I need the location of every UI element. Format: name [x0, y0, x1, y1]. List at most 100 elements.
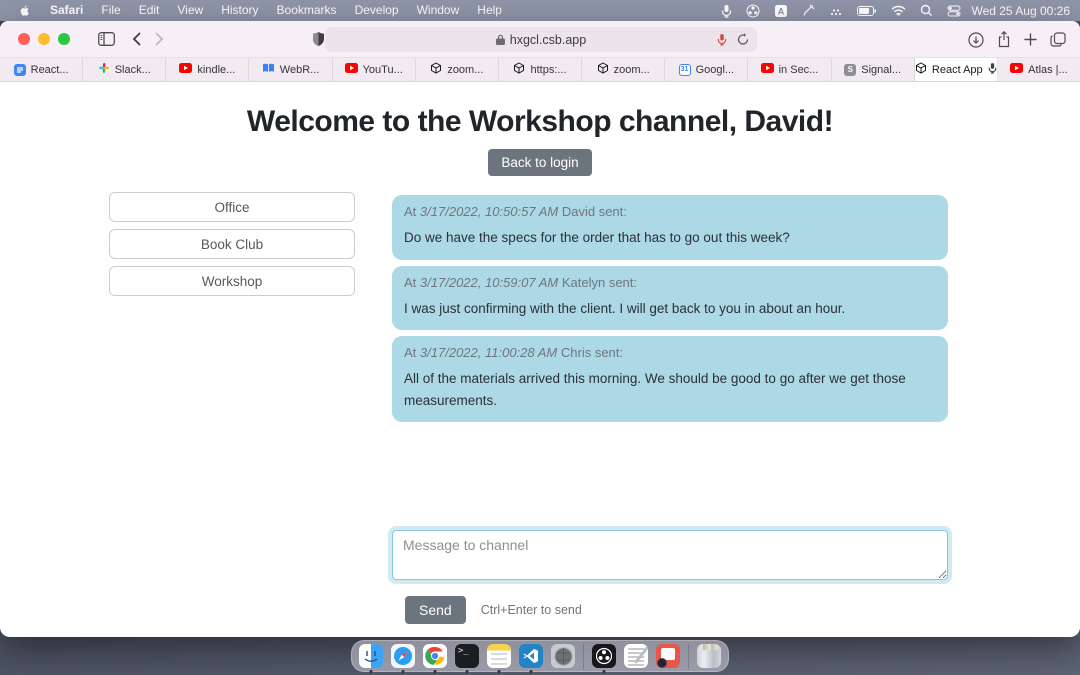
photobooth-icon[interactable]: [656, 644, 680, 668]
menu-safari[interactable]: Safari: [41, 0, 92, 21]
forward-icon[interactable]: [155, 32, 164, 46]
menu-develop[interactable]: Develop: [346, 0, 408, 21]
menu-file[interactable]: File: [92, 0, 129, 21]
url-text: hxgcl.csb.app: [510, 33, 586, 47]
tab-zoom-sandbox-2[interactable]: zoom...: [582, 58, 665, 81]
message-body: Do we have the specs for the order that …: [404, 227, 936, 249]
reload-icon[interactable]: [737, 33, 749, 46]
safari-icon[interactable]: [391, 644, 415, 668]
obs-status-icon[interactable]: [746, 4, 760, 18]
tab-react-docs[interactable]: React...: [0, 58, 83, 81]
tab-overview-icon[interactable]: [1050, 32, 1066, 47]
address-bar[interactable]: hxgcl.csb.app: [325, 27, 757, 52]
download-icon[interactable]: [968, 32, 984, 48]
tab-label: YouTu...: [363, 64, 403, 76]
send-button[interactable]: Send: [405, 596, 466, 624]
docs-icon: [14, 64, 26, 76]
menu-edit[interactable]: Edit: [130, 0, 169, 21]
shield-icon[interactable]: [312, 31, 325, 47]
message-meta: At 3/17/2022, 10:59:07 AM Katelyn sent:: [404, 275, 936, 290]
channel-button-book-club[interactable]: Book Club: [109, 229, 355, 259]
mic-in-page-icon[interactable]: [717, 33, 727, 46]
tab-google-calendar[interactable]: 31 Googl...: [665, 58, 748, 81]
tab-youtube[interactable]: YouTu...: [333, 58, 416, 81]
message-bubble: At 3/17/2022, 10:50:57 AM David sent: Do…: [392, 195, 948, 260]
message-input[interactable]: [392, 530, 948, 580]
tab-label: React App: [932, 64, 983, 76]
send-hint: Ctrl+Enter to send: [481, 603, 582, 617]
slack-icon: [98, 62, 110, 77]
meta-prefix: At: [404, 275, 416, 290]
tab-signal[interactable]: S Signal...: [832, 58, 915, 81]
menu-bookmarks[interactable]: Bookmarks: [268, 0, 346, 21]
meta-timestamp: 3/17/2022, 10:50:57 AM: [420, 204, 558, 219]
pencil-slash-icon[interactable]: [802, 4, 815, 17]
terminal-icon[interactable]: >_: [455, 644, 479, 668]
youtube-icon: [345, 63, 358, 76]
settings-icon[interactable]: [551, 644, 575, 668]
message-list: At 3/17/2022, 10:50:57 AM David sent: Do…: [392, 195, 948, 422]
book-icon: [262, 63, 275, 76]
send-row: Send Ctrl+Enter to send: [405, 596, 582, 624]
channel-button-workshop[interactable]: Workshop: [109, 266, 355, 296]
finder-icon[interactable]: [359, 644, 383, 668]
minimize-window-button[interactable]: [38, 33, 50, 45]
tab-atlas[interactable]: Atlas |...: [998, 58, 1080, 81]
trash-icon[interactable]: [697, 644, 721, 668]
back-icon[interactable]: [132, 32, 141, 46]
tab-label: zoom...: [614, 64, 650, 76]
chrome-icon[interactable]: [423, 644, 447, 668]
tab-label: Atlas |...: [1028, 64, 1068, 76]
desktop: Safari File Edit View History Bookmarks …: [0, 0, 1080, 675]
tab-webr[interactable]: WebR...: [249, 58, 332, 81]
tab-label: https:...: [530, 64, 566, 76]
meta-sender: Katelyn sent:: [562, 275, 637, 290]
svg-text:A: A: [778, 6, 785, 16]
dots-indicator-icon[interactable]: [829, 5, 843, 17]
tab-label: WebR...: [280, 64, 320, 76]
microphone-icon[interactable]: [721, 4, 732, 18]
menubar-clock[interactable]: Wed 25 Aug 00:26: [971, 4, 1070, 18]
browser-toolbar: hxgcl.csb.app: [0, 21, 1080, 58]
zoom-window-button[interactable]: [58, 33, 70, 45]
vscode-icon[interactable]: [519, 644, 543, 668]
tab-label: zoom...: [447, 64, 483, 76]
menu-window[interactable]: Window: [408, 0, 469, 21]
input-source-icon[interactable]: A: [774, 4, 788, 18]
textedit-icon[interactable]: [624, 644, 648, 668]
meta-prefix: At: [404, 204, 416, 219]
tab-bar: React... Slack... kindle... WebR... YouT…: [0, 58, 1080, 82]
new-tab-icon[interactable]: [1024, 33, 1037, 46]
tab-in-sec[interactable]: in Sec...: [748, 58, 831, 81]
tab-kindle[interactable]: kindle...: [166, 58, 249, 81]
tab-label: Slack...: [115, 64, 151, 76]
menu-help[interactable]: Help: [468, 0, 511, 21]
battery-icon[interactable]: [857, 6, 877, 16]
share-icon[interactable]: [997, 31, 1011, 48]
sidebar-icon[interactable]: [98, 32, 115, 46]
tab-react-app-active[interactable]: React App: [915, 58, 998, 81]
meta-prefix: At: [404, 345, 416, 360]
tab-label: React...: [31, 64, 69, 76]
back-to-login-button[interactable]: Back to login: [488, 149, 591, 176]
lock-icon: [496, 34, 505, 45]
menu-history[interactable]: History: [212, 0, 267, 21]
tab-slack[interactable]: Slack...: [83, 58, 166, 81]
search-icon[interactable]: [920, 4, 933, 17]
menu-bar: Safari File Edit View History Bookmarks …: [0, 0, 1080, 21]
tab-label: Googl...: [696, 64, 735, 76]
wifi-icon[interactable]: [891, 5, 906, 16]
obs-icon[interactable]: [592, 644, 616, 668]
google-calendar-icon: 31: [679, 64, 691, 76]
notes-icon[interactable]: [487, 644, 511, 668]
tab-https-sandbox[interactable]: https:...: [499, 58, 582, 81]
tab-zoom-sandbox-1[interactable]: zoom...: [416, 58, 499, 81]
close-window-button[interactable]: [18, 33, 30, 45]
tab-label: Signal...: [861, 64, 901, 76]
channel-button-office[interactable]: Office: [109, 192, 355, 222]
apple-menu-icon[interactable]: [18, 3, 31, 18]
menu-view[interactable]: View: [168, 0, 212, 21]
control-center-icon[interactable]: [947, 5, 961, 17]
message-bubble: At 3/17/2022, 11:00:28 AM Chris sent: Al…: [392, 336, 948, 422]
dock-divider: [688, 644, 689, 669]
